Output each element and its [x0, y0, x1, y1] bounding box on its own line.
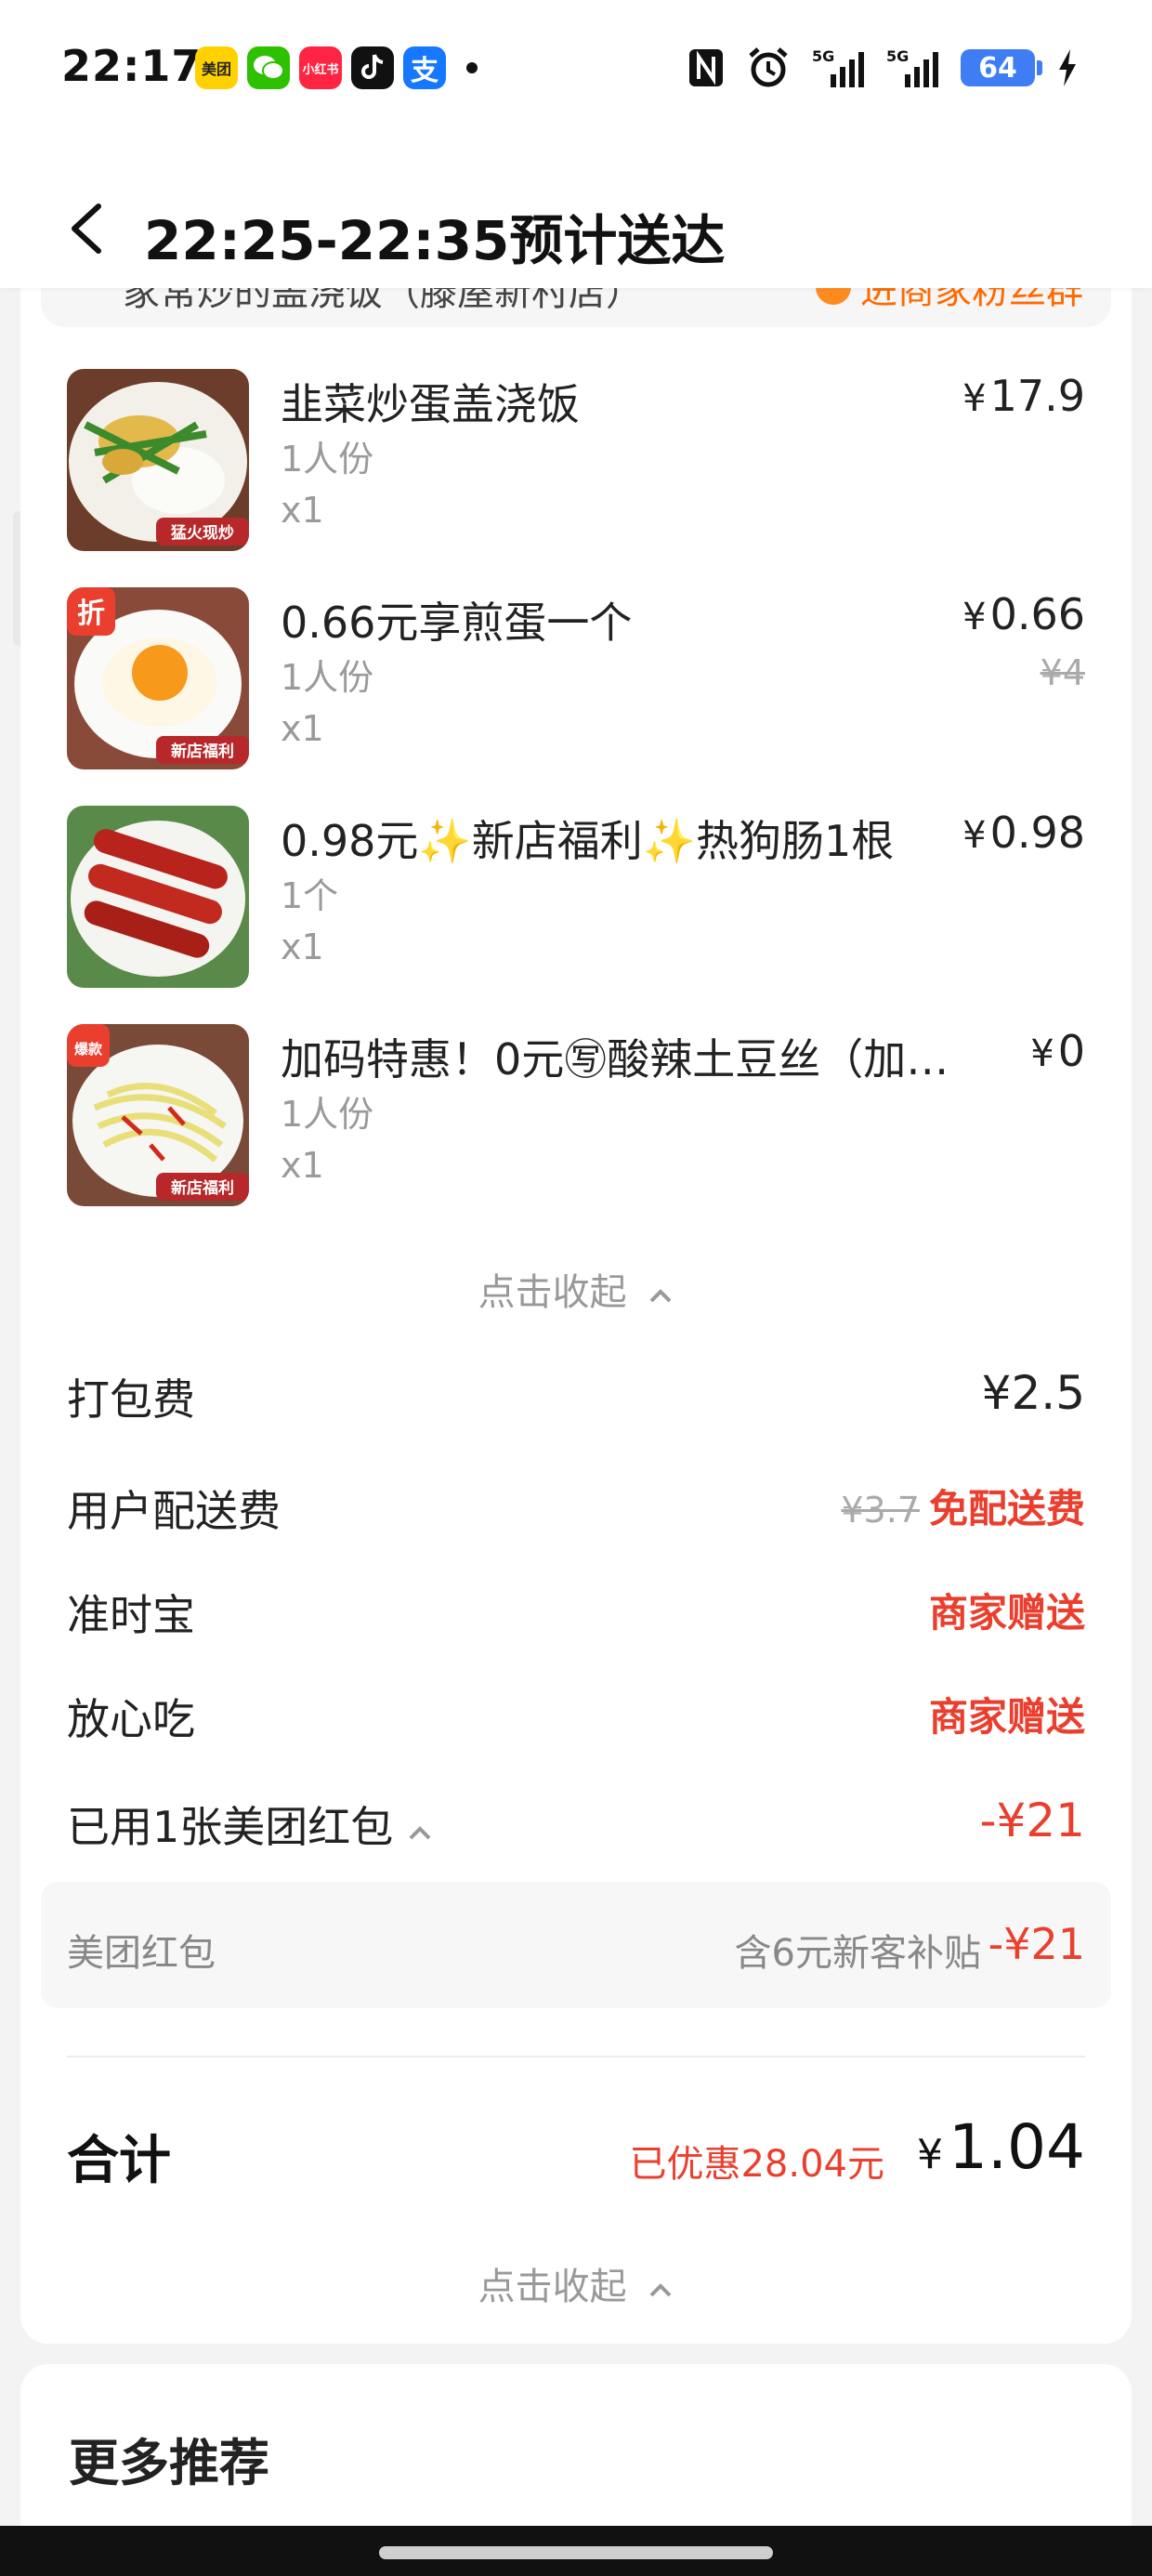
order-item[interactable]: 猛火现炒 韭菜炒蛋盖浇饭 1人份 x1 ¥17.9 [67, 369, 1085, 555]
ontime-guarantee-value: 商家赠送 [928, 1590, 1085, 1636]
page-title: 22:25-22:35预计送达 [144, 209, 726, 272]
coupon-detail-label: 美团红包 [67, 1932, 216, 1975]
nfc-icon [687, 45, 725, 91]
dish-spec: 1人份 [281, 439, 374, 480]
delivery-fee-value: ¥3.7 免配送费 [841, 1478, 1085, 1534]
packing-fee-value: ¥2.5 [981, 1366, 1085, 1420]
dish-quantity: x1 [281, 1145, 324, 1186]
coupon-label: 已用1张美团红包 [67, 1794, 433, 1855]
safe-eat-label: 放心吃 [67, 1694, 195, 1744]
navigation-gesture-area [0, 2526, 1152, 2576]
coupon-detail-box: 美团红包 含6元新客补贴 -¥21 [41, 1882, 1111, 2008]
dish-price: ¥0.66 [962, 589, 1085, 639]
signal-5g-icon: 5G [886, 45, 938, 91]
wechat-icon [247, 46, 290, 89]
chevron-up-icon [648, 1271, 674, 1314]
free-delivery-label: 免配送费 [928, 1486, 1085, 1531]
coupon-label-text: 已用1张美团红包 [67, 1802, 394, 1852]
dish-price: ¥17.9 [962, 371, 1085, 421]
battery-icon: 64 [961, 49, 1042, 86]
dish-name: 加码特惠！0元㊢酸辣土豆丝（加… [281, 1034, 949, 1084]
delivery-fee-row: 用户配送费 ¥3.7 免配送费 [67, 1478, 1085, 1543]
more-recommendations-title: 更多推荐 [69, 2434, 269, 2492]
svg-text:5G: 5G [886, 47, 909, 65]
dish-thumbnail [67, 806, 249, 988]
delivery-original-fee: ¥3.7 [841, 1490, 920, 1531]
charging-icon [1057, 45, 1078, 91]
meituan-icon: 美团 [195, 46, 238, 89]
coupon-row[interactable]: 已用1张美团红包 -¥21 [67, 1794, 1085, 1859]
chevron-up-icon [648, 2266, 674, 2308]
dish-name: 0.66元享煎蛋一个 [281, 598, 633, 648]
order-item[interactable]: 爆款 新店福利 加码特惠！0元㊢酸辣土豆丝（加… 1人份 x1 ¥0 [67, 1024, 1085, 1210]
ontime-guarantee-row[interactable]: 准时宝 商家赠送 [67, 1582, 1085, 1647]
coupon-detail-amount: -¥21 [988, 1919, 1085, 1969]
ontime-guarantee-label: 准时宝 [67, 1590, 195, 1640]
packing-fee-label: 打包费 [67, 1374, 195, 1425]
dish-quantity: x1 [281, 708, 324, 749]
coupon-detail-note: 含6元新客补贴 [734, 1932, 981, 1975]
collapse-label: 点击收起 [478, 2266, 627, 2308]
dish-price: ¥0.98 [962, 808, 1085, 858]
svg-text:折: 折 [77, 598, 105, 630]
dish-quantity: x1 [281, 927, 324, 967]
chevron-up-icon [407, 1802, 433, 1852]
signal-5g-icon: 5G [812, 45, 864, 91]
dish-spec: 1人份 [281, 657, 374, 698]
more-notifications-dot [466, 62, 478, 73]
status-time: 22:17 [61, 41, 203, 91]
dish-spec: 1个 [281, 875, 339, 916]
safe-eat-row[interactable]: 放心吃 商家赠送 [67, 1686, 1085, 1751]
delivery-fee-label: 用户配送费 [67, 1486, 281, 1536]
notification-app-icons: 美团 小红书 支 [195, 46, 478, 89]
total-saved: 已优惠28.04元 [629, 2143, 884, 2186]
svg-text:新店福利: 新店福利 [171, 742, 234, 761]
alarm-icon [747, 45, 790, 91]
chevron-left-icon [72, 204, 101, 254]
total-label: 合计 [67, 2131, 171, 2191]
page-header: 22:25-22:35预计送达 [0, 139, 1152, 288]
system-status: 5G 5G 64 [687, 45, 1078, 91]
svg-text:猛火现炒: 猛火现炒 [170, 523, 234, 543]
coupon-value: -¥21 [979, 1794, 1085, 1847]
svg-text:新店福利: 新店福利 [171, 1178, 234, 1198]
back-button[interactable] [58, 201, 113, 256]
dish-price: ¥0 [1030, 1026, 1085, 1076]
xiaohongshu-icon: 小红书 [299, 46, 342, 89]
safe-eat-value: 商家赠送 [928, 1694, 1085, 1740]
svg-text:5G: 5G [812, 47, 834, 65]
alipay-icon: 支 [403, 46, 446, 89]
dish-original-price: ¥4 [1040, 652, 1085, 693]
order-item[interactable]: 0.98元✨新店福利✨热狗肠1根 1个 x1 ¥0.98 [67, 806, 1085, 992]
dish-thumbnail: 爆款 新店福利 [67, 1024, 249, 1206]
dish-name: 韭菜炒蛋盖浇饭 [281, 379, 580, 429]
home-indicator[interactable] [379, 2546, 773, 2559]
dish-quantity: x1 [281, 490, 324, 531]
packing-fee-row: 打包费 ¥2.5 [67, 1366, 1085, 1431]
dish-thumbnail: 猛火现炒 [67, 369, 249, 551]
status-bar: 22:17 美团 小红书 支 5G 5G 64 [0, 0, 1152, 139]
divider [67, 2056, 1085, 2057]
total-amount: ¥1.04 [917, 2111, 1085, 2183]
order-item[interactable]: 折 新店福利 0.66元享煎蛋一个 1人份 x1 ¥0.66 ¥4 [67, 587, 1085, 773]
dish-thumbnail: 折 新店福利 [67, 587, 249, 769]
dish-name: 0.98元✨新店福利✨热狗肠1根 [281, 816, 895, 866]
tiktok-icon [351, 46, 394, 89]
dish-spec: 1人份 [281, 1094, 374, 1135]
collapse-items-link[interactable]: 点击收起 [20, 1262, 1132, 1316]
collapse-label: 点击收起 [478, 1271, 627, 1314]
collapse-details-link[interactable]: 点击收起 [20, 2256, 1132, 2310]
svg-text:爆款: 爆款 [74, 1041, 103, 1058]
order-card: 家常炒的盖浇饭（滕屋新村店） 进商家粉丝群 猛火现炒 韭菜炒蛋盖浇饭 1人份 x… [20, 232, 1132, 2344]
